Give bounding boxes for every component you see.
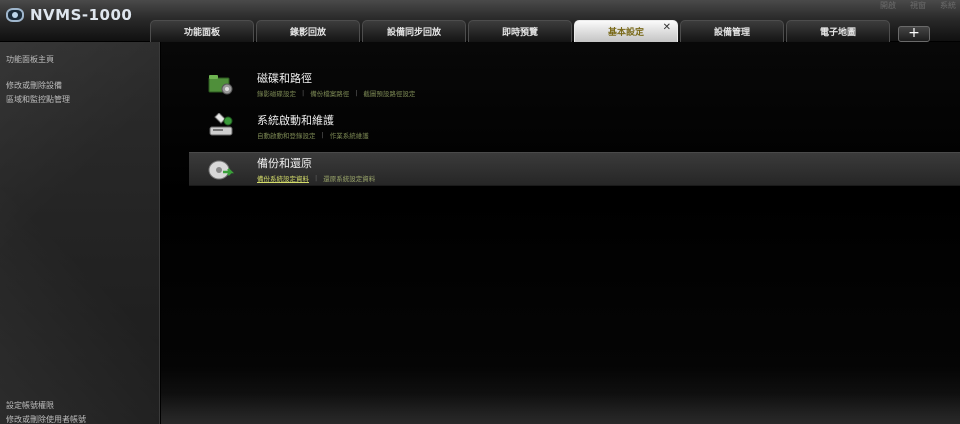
tab-label: 設備管理: [713, 28, 750, 38]
add-tab-button[interactable]: +: [898, 26, 930, 42]
link-auto-start-login[interactable]: 自動啟動和登錄設定: [257, 130, 316, 140]
sidebar-item-edit-devices[interactable]: 修改或刪除設備: [6, 80, 62, 91]
card-disk-paths: 磁碟和路徑 錄影磁碟設定 | 備份檔案路徑 | 截圖預設路徑設定: [189, 68, 960, 102]
separator: |: [355, 89, 358, 97]
link-recording-disk-settings[interactable]: 錄影磁碟設定: [257, 88, 296, 98]
backup-restore-icon: [208, 160, 235, 180]
separator: |: [302, 89, 305, 97]
menu-open[interactable]: 開啟: [880, 0, 896, 11]
link-snapshot-path-settings[interactable]: 截圖預設路徑設定: [363, 88, 415, 98]
tab-label: 基本設定: [607, 28, 644, 38]
top-bar: NVMS-1000 開啟 視窗 系統 功能面板 錄影回放 設備同步回放 即時預覽…: [0, 0, 960, 42]
sidebar-item-account-permissions[interactable]: 設定帳號權限: [6, 400, 54, 411]
link-restore-system-settings[interactable]: 還原系統設定資料: [323, 173, 375, 183]
close-icon[interactable]: ✕: [663, 22, 671, 33]
app-logo: NVMS-1000: [6, 6, 132, 24]
card-title: 系統啟動和維護: [257, 114, 334, 127]
menu-window[interactable]: 視窗: [910, 0, 926, 11]
system-maintenance-icon: [209, 113, 233, 136]
system-menu: 開啟 視窗 系統: [880, 0, 956, 11]
tab-label: 錄影回放: [289, 28, 326, 38]
sidebar: 功能面板主頁 修改或刪除設備 區域和監控點管理 設定帳號權限 修改或刪除使用者帳…: [0, 42, 160, 424]
tab-device-management[interactable]: 設備管理: [680, 20, 784, 42]
card-system-maintenance: 系統啟動和維護 自動啟動和登錄設定 | 作業系統維護: [189, 110, 960, 144]
tab-label: 功能面板: [183, 28, 220, 38]
main-panel: 磁碟和路徑 錄影磁碟設定 | 備份檔案路徑 | 截圖預設路徑設定 系統啟動和維護…: [161, 42, 960, 424]
sidebar-item-area-management[interactable]: 區域和監控點管理: [6, 94, 70, 105]
tab-label: 設備同步回放: [386, 28, 441, 38]
link-backup-system-settings[interactable]: 備份系統設定資料: [257, 173, 309, 183]
card-links: 自動啟動和登錄設定 | 作業系統維護: [257, 130, 369, 140]
tab-e-map[interactable]: 電子地圖: [786, 20, 890, 42]
sidebar-item-edit-user-accounts[interactable]: 修改或刪除使用者帳號: [6, 414, 86, 424]
card-links: 備份系統設定資料 | 還原系統設定資料: [257, 173, 375, 183]
disk-folder-icon: [208, 75, 233, 95]
app-title: NVMS-1000: [30, 6, 133, 24]
tab-live-view[interactable]: 即時預覽: [468, 20, 572, 42]
menu-system[interactable]: 系統: [940, 0, 956, 11]
card-title: 備份和還原: [257, 157, 312, 170]
tab-basic-settings[interactable]: 基本設定 ✕: [574, 20, 678, 42]
card-links: 錄影磁碟設定 | 備份檔案路徑 | 截圖預設路徑設定: [257, 88, 415, 98]
card-title: 磁碟和路徑: [257, 72, 312, 85]
sidebar-item-function-panel-home[interactable]: 功能面板主頁: [6, 54, 54, 65]
tab-label: 電子地圖: [819, 28, 856, 38]
tab-playback[interactable]: 錄影回放: [256, 20, 360, 42]
tab-function-panel[interactable]: 功能面板: [150, 20, 254, 42]
separator: |: [315, 174, 318, 182]
link-backup-file-path[interactable]: 備份檔案路徑: [310, 88, 349, 98]
camera-icon: [6, 8, 24, 22]
card-backup-restore[interactable]: 備份和還原 備份系統設定資料 | 還原系統設定資料: [189, 152, 960, 186]
tab-label: 即時預覽: [501, 28, 538, 38]
tab-sync-playback[interactable]: 設備同步回放: [362, 20, 466, 42]
separator: |: [321, 131, 324, 139]
link-os-maintenance[interactable]: 作業系統維護: [330, 130, 369, 140]
tab-bar: 功能面板 錄影回放 設備同步回放 即時預覽 基本設定 ✕ 設備管理 電子地圖 +: [150, 20, 930, 42]
main-bottom-glow: [161, 394, 960, 424]
